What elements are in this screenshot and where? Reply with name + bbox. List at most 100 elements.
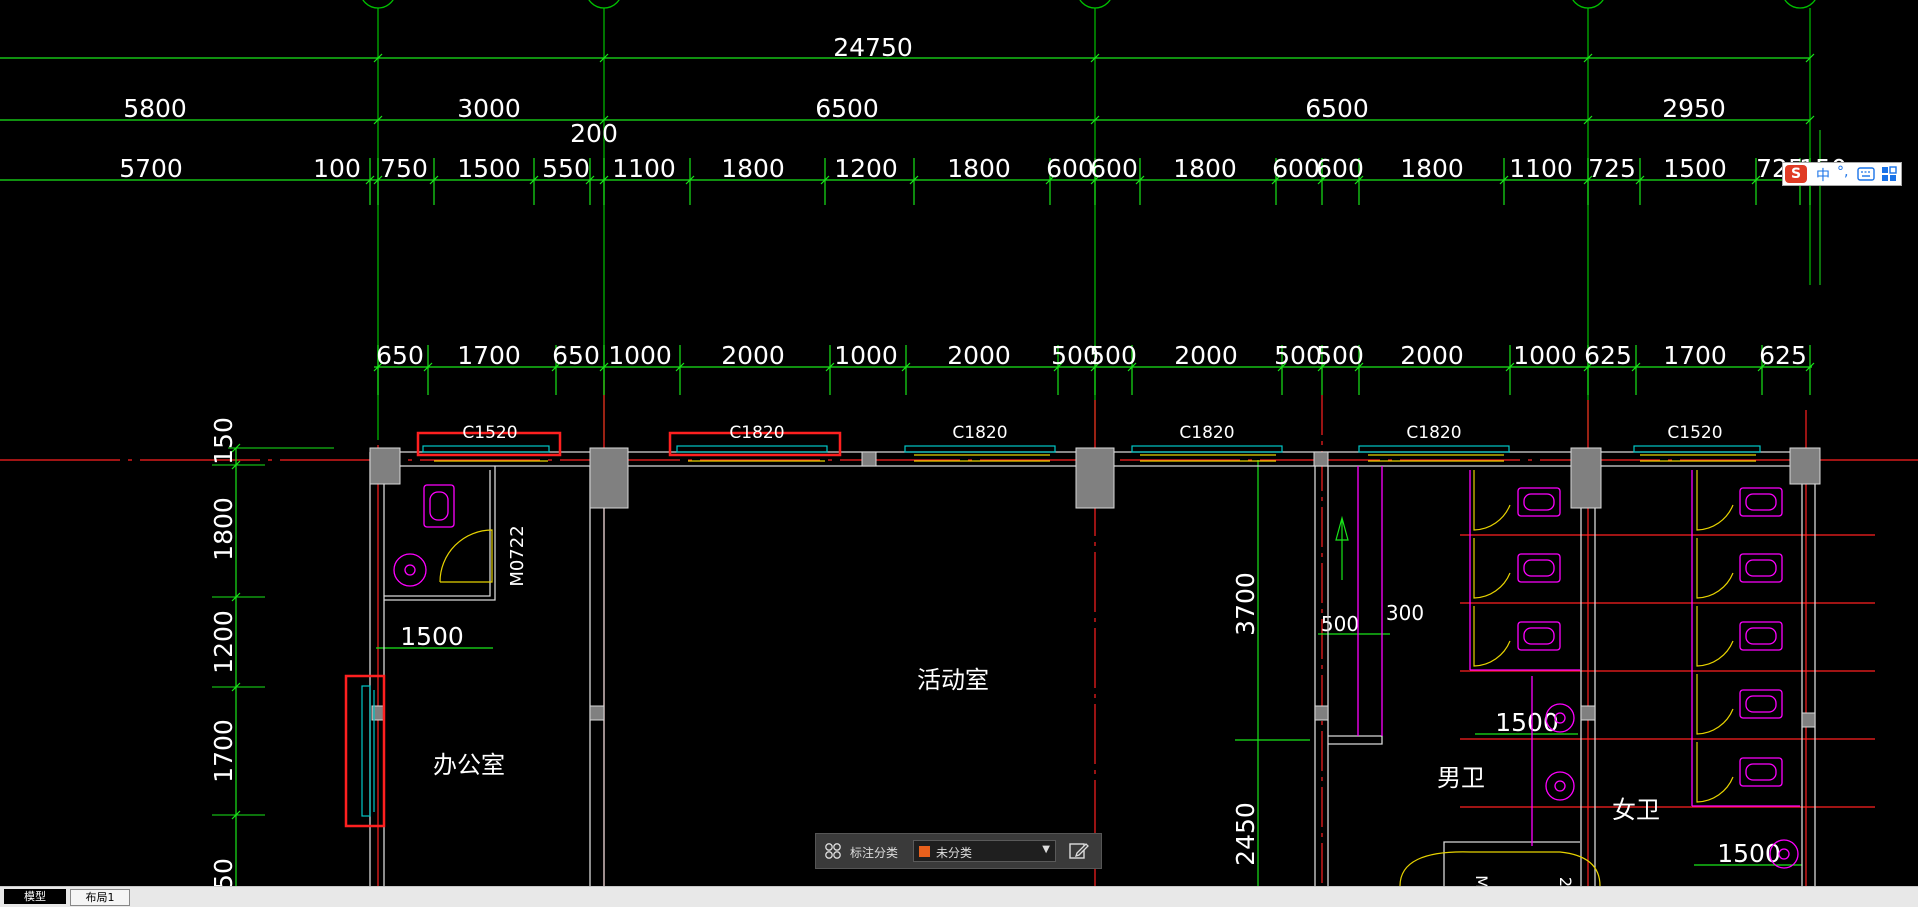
walls bbox=[369, 451, 1816, 886]
squat-toilet bbox=[1739, 757, 1783, 787]
tab-model[interactable]: 模型 bbox=[4, 889, 66, 904]
dimension-row4-label: 2000 bbox=[947, 341, 1011, 370]
dimension-row3-label: 1800 bbox=[947, 154, 1011, 183]
dimension-vertical-label: 1700 bbox=[209, 719, 238, 783]
dimension-row3-label: 750 bbox=[380, 154, 428, 183]
room-label-womens-wc: 女卫 bbox=[1612, 796, 1660, 824]
dimension-row4-label: 500 bbox=[1316, 341, 1364, 370]
stall-door bbox=[1473, 470, 1511, 531]
stall-door bbox=[1696, 742, 1734, 803]
annotation-category-toolbar: 标注分类 未分类 ▼ bbox=[815, 833, 1102, 869]
annotation-category-select[interactable]: 未分类 ▼ bbox=[913, 840, 1056, 862]
door-tag: M0722 bbox=[507, 525, 528, 586]
dimension-row4-label: 1000 bbox=[834, 341, 898, 370]
dimension-row3-label: 550 bbox=[542, 154, 590, 183]
grid-bubble bbox=[588, 0, 620, 9]
urinal bbox=[1545, 771, 1575, 801]
drawing-canvas[interactable]: 24750 5800 3000 6500 6500 2950 200 5700 100 750 15… bbox=[0, 0, 1918, 886]
grid-lines bbox=[377, 8, 1811, 440]
dimension-row4-label: 500 bbox=[1089, 341, 1137, 370]
window bbox=[904, 445, 1056, 462]
window-openings bbox=[361, 445, 1761, 817]
door-tag: M bbox=[1472, 875, 1491, 886]
column bbox=[1570, 447, 1602, 509]
dimension-row2-label: 2950 bbox=[1662, 94, 1726, 123]
dimension-vertical-label: 150 bbox=[209, 417, 238, 465]
squat-toilet bbox=[1739, 487, 1783, 517]
stall-door bbox=[1696, 606, 1734, 667]
dimension-row3-label: 725 bbox=[1588, 154, 1636, 183]
dimension-row2-label: 6500 bbox=[815, 94, 879, 123]
tab-layout1[interactable]: 布局1 bbox=[70, 889, 130, 906]
window bbox=[422, 445, 550, 462]
door-swing bbox=[439, 529, 493, 583]
dimension-row4-label: 625 bbox=[1584, 341, 1632, 370]
dimension-row2-label: 3000 bbox=[457, 94, 521, 123]
ime-status-bar[interactable]: S 中 °, bbox=[1782, 162, 1902, 186]
window-tag: C1820 bbox=[729, 423, 784, 443]
dimension-row2-extra: 200 bbox=[570, 119, 618, 148]
grid-icon[interactable] bbox=[824, 842, 842, 860]
squat-toilet bbox=[1739, 621, 1783, 651]
dimension-row4-label: 650 bbox=[376, 341, 424, 370]
dimension-2450: 2450 bbox=[1231, 802, 1260, 866]
dimension-row3-label: 5700 bbox=[119, 154, 183, 183]
column bbox=[1789, 447, 1821, 485]
dimension-womens-1500: 1500 bbox=[1717, 839, 1781, 868]
dimension-row3-label: 600 bbox=[1090, 154, 1138, 183]
dimension-row3-label: 1100 bbox=[1509, 154, 1573, 183]
dimension-row3-label: 600 bbox=[1272, 154, 1320, 183]
chevron-down-icon: ▼ bbox=[1042, 844, 1050, 855]
dimension-row2-label: 5800 bbox=[123, 94, 187, 123]
doors bbox=[439, 470, 1734, 886]
squat-toilet bbox=[1517, 621, 1561, 651]
grid-bubble bbox=[1784, 0, 1816, 9]
grid-bubble bbox=[362, 0, 394, 9]
dimension-row3-label: 1800 bbox=[1400, 154, 1464, 183]
stall-door bbox=[1696, 470, 1734, 531]
plumbing-fixtures bbox=[393, 466, 1800, 869]
dimension-row3-label: 600 bbox=[1316, 154, 1364, 183]
dimension-row3-label: 1800 bbox=[1173, 154, 1237, 183]
dimension-300: 300 bbox=[1386, 601, 1424, 625]
dimension-row4-label: 1000 bbox=[608, 341, 672, 370]
magenta-lines bbox=[1357, 466, 1800, 846]
dimension-row4-label: 1700 bbox=[457, 341, 521, 370]
toolbox-icon[interactable] bbox=[1881, 166, 1897, 182]
column bbox=[1075, 447, 1115, 509]
edit-icon[interactable] bbox=[1068, 841, 1090, 861]
ime-language-toggle[interactable]: 中 bbox=[1816, 165, 1830, 185]
keyboard-icon[interactable] bbox=[1857, 167, 1875, 181]
dimension-overall: 24750 bbox=[833, 33, 913, 62]
dimension-row4-label: 2000 bbox=[1174, 341, 1238, 370]
dimension-row4-label: 650 bbox=[552, 341, 600, 370]
window-tag: C1820 bbox=[1406, 423, 1461, 443]
room-label-mens-wc: 男卫 bbox=[1437, 764, 1485, 792]
squat-toilet bbox=[1517, 487, 1561, 517]
category-select-value: 未分类 bbox=[936, 846, 973, 860]
column-small bbox=[1801, 712, 1816, 728]
stall-door bbox=[1473, 538, 1511, 599]
dimension-row3-label: 600 bbox=[1046, 154, 1094, 183]
grid-bubble bbox=[1572, 0, 1604, 9]
dimension-3700: 3700 bbox=[1231, 572, 1260, 636]
window-tag: C1820 bbox=[952, 423, 1007, 443]
ime-punctuation-toggle[interactable]: °, bbox=[1837, 164, 1848, 180]
squat-toilet bbox=[423, 484, 455, 528]
grid-bubbles bbox=[362, 0, 1816, 9]
column-small bbox=[1314, 705, 1329, 721]
stall-door bbox=[1696, 674, 1734, 735]
dimension-row3-label: 1500 bbox=[457, 154, 521, 183]
column bbox=[589, 447, 629, 509]
dimension-vertical-label: 1800 bbox=[209, 497, 238, 561]
window bbox=[1358, 445, 1510, 462]
dimension-row4-label: 1000 bbox=[1513, 341, 1577, 370]
dimension-row3-label: 1200 bbox=[834, 154, 898, 183]
column bbox=[369, 447, 401, 485]
dimension-office-width: 1500 bbox=[400, 622, 464, 651]
column-small bbox=[1313, 451, 1329, 467]
dimension-vertical-label: 150 bbox=[209, 858, 238, 886]
window-tag: C1520 bbox=[1667, 423, 1722, 443]
ime-logo[interactable]: S bbox=[1785, 165, 1807, 183]
grid-bubble bbox=[1079, 0, 1111, 9]
